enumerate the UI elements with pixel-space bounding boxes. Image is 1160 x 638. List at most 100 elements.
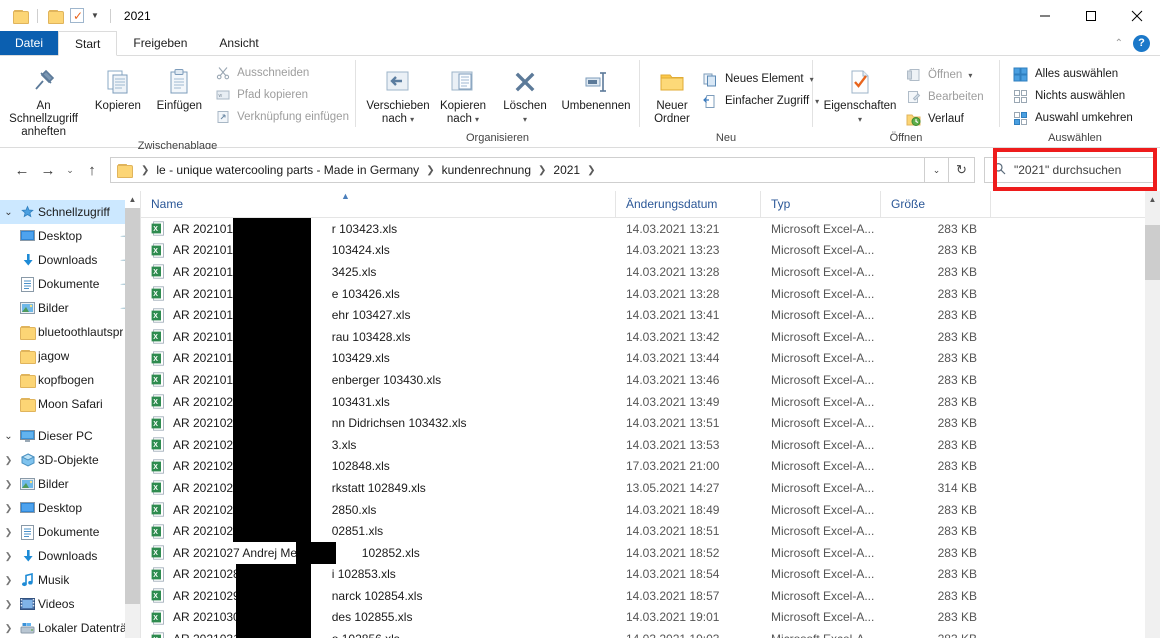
file-name-cell[interactable]: X AR 2021029 narck 102854.xls bbox=[141, 588, 616, 603]
chevron-down-icon[interactable]: ▾ bbox=[968, 71, 972, 80]
chevron-right-icon[interactable]: ❯ bbox=[0, 623, 17, 634]
history-button[interactable]: Verlauf bbox=[901, 109, 990, 129]
properties-button[interactable]: Eigenschaften ▾ bbox=[819, 61, 901, 126]
chevron-down-icon[interactable]: ⌄ bbox=[0, 431, 17, 442]
file-name-cell[interactable]: X AR 2021024 rkstatt 102849.xls bbox=[141, 480, 616, 496]
file-name-cell[interactable]: X AR 2021021 nn Didrichsen 103432.xls bbox=[141, 416, 616, 431]
chevron-down-icon[interactable]: ▼ bbox=[88, 11, 104, 20]
sidebar-item-lokaler-datentraeger[interactable]: ❯ Lokaler Datenträ bbox=[0, 616, 140, 638]
chevron-right-icon[interactable]: ❯ bbox=[0, 575, 17, 586]
sidebar-item-moon-safari[interactable]: Moon Safari bbox=[0, 392, 140, 416]
maximize-button[interactable] bbox=[1068, 0, 1114, 31]
file-name-cell[interactable]: X AR 2021030 des 102855.xls bbox=[141, 610, 616, 625]
address-dropdown-icon[interactable]: ⌄ bbox=[925, 157, 949, 183]
sidebar-item-musik[interactable]: ❯ Musik bbox=[0, 568, 140, 592]
sidebar-item-jagow[interactable]: jagow bbox=[0, 344, 140, 368]
sidebar-item-dokumente-pc[interactable]: ❯ Dokumente bbox=[0, 520, 140, 544]
table-row[interactable]: X AR 2021027 Andrej Med 102852.xls 14.03.20… bbox=[141, 542, 1160, 564]
sidebar-item-kopfbogen[interactable]: kopfbogen bbox=[0, 368, 140, 392]
file-name-cell[interactable]: X AR 2021020 103431.xls bbox=[141, 394, 616, 409]
scroll-up-arrow-icon[interactable]: ▲ bbox=[1145, 191, 1160, 208]
select-all-button[interactable]: Alles auswählen bbox=[1008, 64, 1139, 84]
folder-icon[interactable] bbox=[44, 5, 66, 27]
recent-locations-icon[interactable]: ⌄ bbox=[61, 157, 79, 183]
chevron-right-icon[interactable]: ❯ bbox=[0, 527, 17, 538]
minimize-button[interactable] bbox=[1022, 0, 1068, 31]
file-name-cell[interactable]: X AR 2021014 3425.xls bbox=[141, 264, 616, 280]
folder-icon[interactable] bbox=[9, 5, 31, 27]
up-button[interactable]: ↑ bbox=[79, 157, 105, 183]
sidebar-item-dokumente[interactable]: Dokumente 📌 bbox=[0, 272, 140, 296]
back-button[interactable]: ← bbox=[9, 157, 35, 183]
invert-selection-button[interactable]: Auswahl umkehren bbox=[1008, 108, 1139, 128]
move-to-button[interactable]: Verschieben nach ▾ bbox=[364, 61, 432, 126]
tab-datei[interactable]: Datei bbox=[0, 31, 59, 55]
scrollbar-thumb[interactable] bbox=[1145, 225, 1160, 280]
new-item-button[interactable]: Neues Element ▾ bbox=[698, 69, 825, 89]
sidebar-item-3d-objekte[interactable]: ❯ 3D-Objekte bbox=[0, 448, 140, 472]
help-icon[interactable]: ? bbox=[1133, 34, 1150, 52]
scroll-up-arrow-icon[interactable]: ▲ bbox=[125, 191, 140, 208]
chevron-down-icon[interactable]: ⌄ bbox=[0, 207, 17, 218]
sidebar-item-desktop[interactable]: Desktop 📌 bbox=[0, 224, 140, 248]
search-input[interactable]: "2021" durchsuchen bbox=[984, 157, 1156, 183]
file-name-cell[interactable]: X AR 2021019 enberger 103430.xls bbox=[141, 372, 616, 388]
forward-button[interactable]: → bbox=[35, 157, 61, 183]
address-bar[interactable]: ❯ le - unique watercooling parts - Made … bbox=[110, 157, 925, 183]
paste-shortcut-button[interactable]: Verknüpfung einfügen bbox=[210, 107, 355, 127]
properties-icon[interactable]: ✓ bbox=[66, 5, 88, 27]
paste-button[interactable]: Einfügen bbox=[149, 61, 210, 113]
new-folder-button[interactable]: Neuer Ordner bbox=[646, 61, 698, 126]
collapse-ribbon-icon[interactable]: ⌃ bbox=[1115, 38, 1123, 49]
sidebar-item-bilder[interactable]: Bilder 📌 bbox=[0, 296, 140, 320]
close-button[interactable] bbox=[1114, 0, 1160, 31]
breadcrumb-item-1[interactable]: kundenrechnung bbox=[442, 163, 531, 177]
file-name-cell[interactable]: X AR 2021027 Andrej Med 102852.xls bbox=[141, 545, 616, 560]
chevron-right-icon[interactable]: ❯ bbox=[0, 455, 17, 466]
sidebar-item-bluetoothlautspr[interactable]: bluetoothlautspr bbox=[0, 320, 140, 344]
chevron-right-icon[interactable]: ❯ bbox=[0, 503, 17, 514]
breadcrumb-item-0[interactable]: le - unique watercooling parts - Made in… bbox=[156, 163, 419, 177]
tab-ansicht[interactable]: Ansicht bbox=[203, 31, 274, 55]
column-header-type[interactable]: Typ bbox=[761, 191, 881, 218]
sidebar-item-bilder-pc[interactable]: ❯ Bilder bbox=[0, 472, 140, 496]
breadcrumb-item-2[interactable]: 2021 bbox=[553, 163, 580, 177]
edit-button[interactable]: Bearbeiten bbox=[901, 87, 990, 107]
rename-button[interactable]: Umbenennen bbox=[556, 61, 636, 113]
select-none-button[interactable]: Nichts auswählen bbox=[1008, 86, 1139, 106]
navigation-scrollbar[interactable]: ▲ bbox=[125, 191, 140, 638]
file-name-cell[interactable]: X AR 2021031 o 102856.xls bbox=[141, 631, 616, 638]
sidebar-item-dieser-pc[interactable]: ⌄ Dieser PC bbox=[0, 424, 140, 448]
chevron-right-icon[interactable]: ❯ bbox=[0, 551, 17, 562]
refresh-icon[interactable]: ↻ bbox=[949, 157, 975, 183]
file-name-cell[interactable]: X AR 2021026 02851.xls bbox=[141, 524, 616, 539]
sidebar-item-schnellzugriff[interactable]: ⌄ Schnellzugriff bbox=[0, 200, 140, 224]
sidebar-item-downloads[interactable]: Downloads 📌 bbox=[0, 248, 140, 272]
file-name-cell[interactable]: X AR 2021015 e 103426.xls bbox=[141, 286, 616, 301]
sidebar-item-desktop-pc[interactable]: ❯ Desktop bbox=[0, 496, 140, 520]
pin-to-quick-access-button[interactable]: An Schnellzugriff anheften bbox=[0, 61, 87, 139]
open-button[interactable]: Öffnen ▾ bbox=[901, 65, 990, 85]
easy-access-button[interactable]: Einfacher Zugriff ▾ bbox=[698, 91, 825, 111]
file-name-cell[interactable]: X AR 2021025 2850.xls bbox=[141, 502, 616, 517]
copy-to-button[interactable]: Kopieren nach ▾ bbox=[432, 61, 494, 126]
tab-start[interactable]: Start bbox=[58, 31, 118, 56]
file-name-cell[interactable]: X AR 2021018 103429.xls bbox=[141, 351, 616, 366]
file-name-cell[interactable]: X AR 2021028 i 102853.xls bbox=[141, 567, 616, 582]
file-name-cell[interactable]: X AR 2021023 102848.xls bbox=[141, 459, 616, 474]
file-name-cell[interactable]: X AR 2021013 103424.xls bbox=[141, 243, 616, 258]
column-header-name[interactable]: Name bbox=[141, 191, 616, 218]
sidebar-item-videos[interactable]: ❯ Videos bbox=[0, 592, 140, 616]
scrollbar-thumb[interactable] bbox=[125, 208, 140, 604]
tab-freigeben[interactable]: Freigeben bbox=[117, 31, 203, 55]
chevron-right-icon[interactable]: ❯ bbox=[0, 479, 17, 490]
file-name-cell[interactable]: X AR 2021017 rau 103428.xls bbox=[141, 329, 616, 344]
file-name-cell[interactable]: X AR 2021016 ehr 103427.xls bbox=[141, 308, 616, 323]
column-header-blank[interactable] bbox=[991, 191, 1160, 218]
copy-path-button[interactable]: w Pfad kopieren bbox=[210, 85, 355, 105]
file-name-cell[interactable]: X AR 2021012 r 103423.xls bbox=[141, 221, 616, 236]
sidebar-item-downloads-pc[interactable]: ❯ Downloads bbox=[0, 544, 140, 568]
cut-button[interactable]: Ausschneiden bbox=[210, 63, 355, 83]
delete-button[interactable]: Löschen ▾ bbox=[494, 61, 556, 126]
file-list-scrollbar[interactable]: ▲ bbox=[1145, 191, 1160, 638]
